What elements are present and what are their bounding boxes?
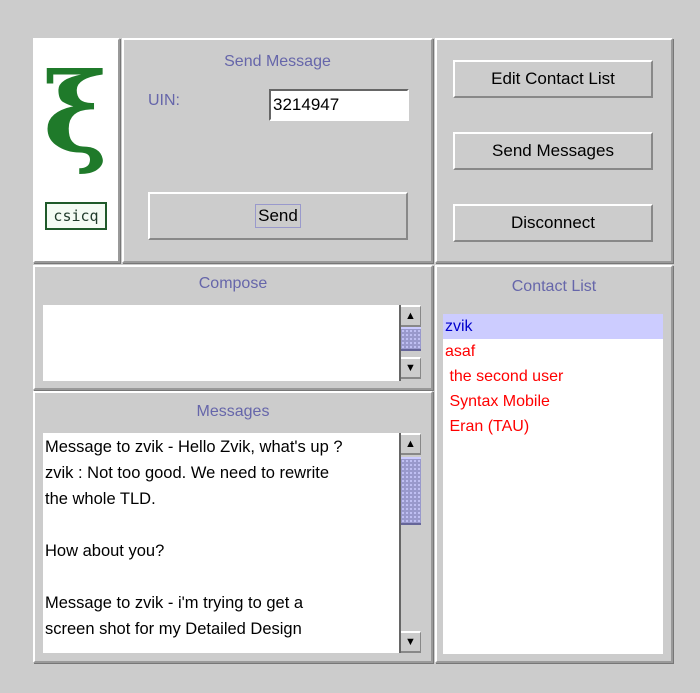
compose-title: Compose	[198, 275, 268, 292]
logo-label: csicq	[45, 202, 107, 230]
actions-panel: Edit Contact List Send Messages Disconne…	[435, 38, 673, 263]
contact-list-panel: Contact List zvik asaf the second user S…	[435, 265, 673, 663]
compose-textarea[interactable]	[43, 305, 400, 381]
contact-item-asaf[interactable]: asaf	[443, 339, 663, 364]
send-message-panel: Send Message UIN: Send	[122, 38, 433, 263]
compose-scroll-up-icon[interactable]: ▲	[401, 305, 421, 327]
messages-scroll-up-icon[interactable]: ▲	[401, 433, 421, 455]
messages-scroll-thumb[interactable]	[401, 457, 421, 525]
send-message-title: Send Message	[224, 53, 331, 70]
csicq-logo-icon: ξ	[43, 48, 109, 177]
edit-contact-list-button[interactable]: Edit Contact List	[453, 60, 653, 98]
send-button[interactable]: Send	[148, 192, 408, 240]
logo-panel: ξ csicq	[33, 38, 120, 263]
contact-item-eran-tau[interactable]: Eran (TAU)	[443, 414, 663, 439]
message-line: zvik : Not too good. We need to rewrite	[45, 464, 330, 482]
message-line: the whole TLD.	[45, 490, 156, 508]
contact-item-zvik[interactable]: zvik	[443, 314, 663, 339]
uin-label: UIN:	[148, 92, 180, 109]
message-line: Message to zvik - Hello Zvik, what's up …	[45, 438, 343, 456]
compose-scroll-down-icon[interactable]: ▼	[401, 357, 421, 379]
messages-scroll-down-icon[interactable]: ▼	[401, 631, 421, 653]
message-line	[43, 564, 400, 590]
messages-panel: Messages Message to zvik - Hello Zvik, w…	[33, 391, 433, 663]
contact-item-the-second-user[interactable]: the second user	[443, 364, 663, 389]
contact-item-syntax-mobile[interactable]: Syntax Mobile	[443, 389, 663, 414]
send-messages-button[interactable]: Send Messages	[453, 132, 653, 170]
uin-input[interactable]	[269, 89, 409, 121]
messages-area[interactable]: Message to zvik - Hello Zvik, what's up …	[43, 433, 400, 653]
send-button-label: Send	[255, 204, 301, 228]
compose-scrollbar[interactable]: ▲ ▼	[399, 305, 421, 381]
message-line: How about you?	[45, 542, 165, 560]
messages-scrollbar[interactable]: ▲ ▼	[399, 433, 421, 653]
message-line: screen shot for my Detailed Design	[45, 620, 302, 638]
compose-panel: Compose ▲ ▼	[33, 265, 433, 390]
messages-title: Messages	[196, 403, 270, 420]
compose-scroll-thumb[interactable]	[401, 327, 421, 351]
disconnect-button[interactable]: Disconnect	[453, 204, 653, 242]
contact-list-title: Contact List	[511, 278, 597, 295]
contact-list[interactable]: zvik asaf the second user Syntax Mobile …	[443, 314, 663, 654]
message-line	[43, 512, 400, 538]
message-line: Message to zvik - i'm trying to get a	[45, 594, 304, 612]
